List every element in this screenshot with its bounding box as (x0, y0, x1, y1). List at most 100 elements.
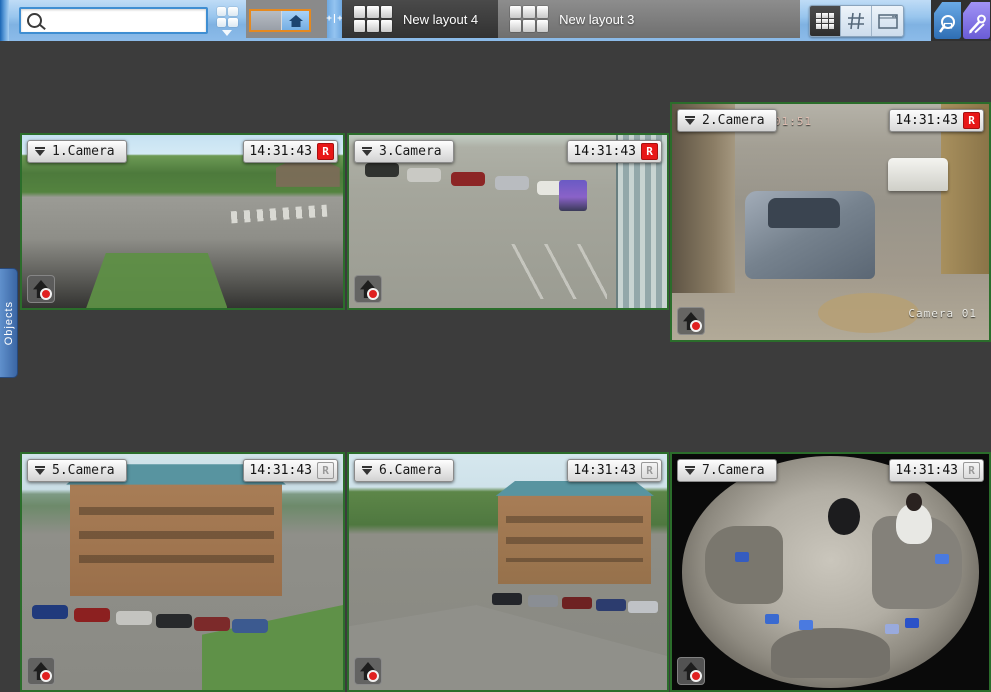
camera-video (349, 454, 667, 690)
timestamp-badge: 14:31:43 R (243, 459, 338, 482)
archive-button[interactable] (677, 657, 705, 685)
camera-time: 14:31:43 (893, 113, 960, 128)
collapse-icon (685, 466, 695, 475)
video-decoration (745, 191, 875, 278)
video-decoration (672, 104, 735, 293)
tab-new-layout-3[interactable]: New layout 3 (498, 0, 654, 38)
camera-name: 5.Camera (52, 463, 115, 478)
archive-button[interactable] (354, 657, 382, 685)
camera-name-button[interactable]: 5.Camera (27, 459, 127, 482)
home-cell[interactable] (282, 11, 309, 30)
single-window-view-button[interactable] (872, 6, 903, 36)
archive-button[interactable] (677, 307, 705, 335)
record-indicator: R (641, 462, 658, 479)
objects-panel-tab[interactable]: Objects (0, 268, 18, 378)
camera-osd-time: 01:51 (774, 115, 812, 128)
collapse-icon (362, 147, 372, 156)
layout-grid-dropdown-button[interactable] (211, 4, 243, 38)
search-icon (27, 13, 42, 28)
video-decoration (70, 482, 282, 595)
layout-tab-bar: New layout 4 New layout 3 (342, 0, 800, 38)
archive-button[interactable] (354, 275, 382, 303)
record-indicator: R (963, 112, 980, 129)
video-decoration (365, 163, 399, 177)
settings-button[interactable] (963, 2, 990, 39)
video-decoration (230, 204, 327, 223)
grid-lines-view-button[interactable] (841, 6, 872, 36)
cell-selector-control[interactable] (249, 9, 311, 32)
search-input[interactable] (46, 9, 228, 32)
video-decoration (818, 293, 919, 333)
window-edge-strip (0, 0, 9, 41)
record-indicator: R (317, 143, 334, 160)
search-camera-icon (938, 14, 957, 34)
camera-time: 14:31:43 (247, 463, 314, 478)
camera-osd-label: Camera 01 (908, 307, 977, 320)
camera-name-button[interactable]: 3.Camera (354, 140, 454, 163)
layout-3x2-icon (354, 6, 392, 32)
tab-label: New layout 4 (403, 12, 478, 27)
record-dot-icon (367, 670, 379, 682)
video-decoration (896, 503, 932, 545)
record-dot-icon (690, 320, 702, 332)
window-icon (878, 14, 898, 29)
collapse-icon (362, 466, 372, 475)
video-decoration (888, 158, 948, 191)
video-decoration (32, 605, 68, 619)
top-toolbar: +|+ New layout 4 New layout 3 (0, 0, 991, 41)
camera-name-button[interactable]: 2.Camera (677, 109, 777, 132)
record-indicator: R (317, 462, 334, 479)
camera-name-button[interactable]: 1.Camera (27, 140, 127, 163)
camera-name-button[interactable]: 6.Camera (354, 459, 454, 482)
objects-panel-label: Objects (3, 301, 15, 345)
timestamp-badge: 14:31:43 R (567, 459, 662, 482)
wrench-icon (967, 14, 987, 34)
home-icon (289, 15, 303, 27)
grid-3x3-icon (816, 13, 835, 29)
camera-time: 14:31:43 (571, 463, 638, 478)
timestamp-badge: 14:31:43 R (889, 459, 984, 482)
camera-name: 2.Camera (702, 113, 765, 128)
camera-name-button[interactable]: 7.Camera (677, 459, 777, 482)
video-surveillance-app: +|+ New layout 4 New layout 3 (0, 0, 991, 692)
panel-splitter-handle[interactable]: +|+ (327, 0, 342, 38)
video-decoration (511, 244, 606, 299)
tab-label: New layout 3 (559, 12, 634, 27)
layout-3x2-icon (510, 6, 548, 32)
search-panel-button[interactable] (934, 2, 961, 39)
video-decoration (86, 253, 227, 308)
timestamp-badge: 14:31:43 R (889, 109, 984, 132)
fisheye-view (682, 456, 980, 687)
camera-video (672, 454, 989, 690)
grid-view-button[interactable] (810, 6, 841, 36)
archive-button[interactable] (27, 275, 55, 303)
camera-tile-1[interactable]: 1.Camera 14:31:43 R (20, 133, 345, 310)
camera-search-box[interactable] (19, 7, 208, 34)
grid-2x2-icon (217, 7, 238, 27)
tab-new-layout-4[interactable]: New layout 4 (342, 0, 498, 38)
record-indicator: R (641, 143, 658, 160)
cell-preview[interactable] (251, 11, 282, 30)
video-decoration (828, 498, 861, 535)
video-decoration (559, 180, 588, 211)
camera-tile-5[interactable]: 5.Camera 14:31:43 R (20, 452, 345, 692)
camera-tile-7[interactable]: 7.Camera 14:31:43 R (670, 452, 991, 692)
camera-tile-6[interactable]: 6.Camera 14:31:43 R (347, 452, 669, 692)
camera-name: 6.Camera (379, 463, 442, 478)
camera-time: 14:31:43 (247, 144, 314, 159)
chevron-down-icon (222, 30, 232, 36)
archive-button[interactable] (27, 657, 55, 685)
layout-viewport: Objects 1.Camera 14:31:43 R (0, 41, 991, 692)
collapse-icon (35, 466, 45, 475)
timestamp-badge: 14:31:43 R (243, 140, 338, 163)
camera-tile-3[interactable]: 3.Camera 14:31:43 R (347, 133, 669, 310)
camera-tile-2[interactable]: 01:51 Camera 01 2.Camera 14:31:43 R (670, 102, 991, 342)
camera-video: 01:51 Camera 01 (672, 104, 989, 340)
camera-name: 7.Camera (702, 463, 765, 478)
camera-video (22, 454, 343, 690)
record-dot-icon (40, 670, 52, 682)
video-decoration (492, 593, 522, 605)
video-decoration (765, 614, 779, 624)
camera-time: 14:31:43 (893, 463, 960, 478)
video-decoration (349, 605, 667, 690)
